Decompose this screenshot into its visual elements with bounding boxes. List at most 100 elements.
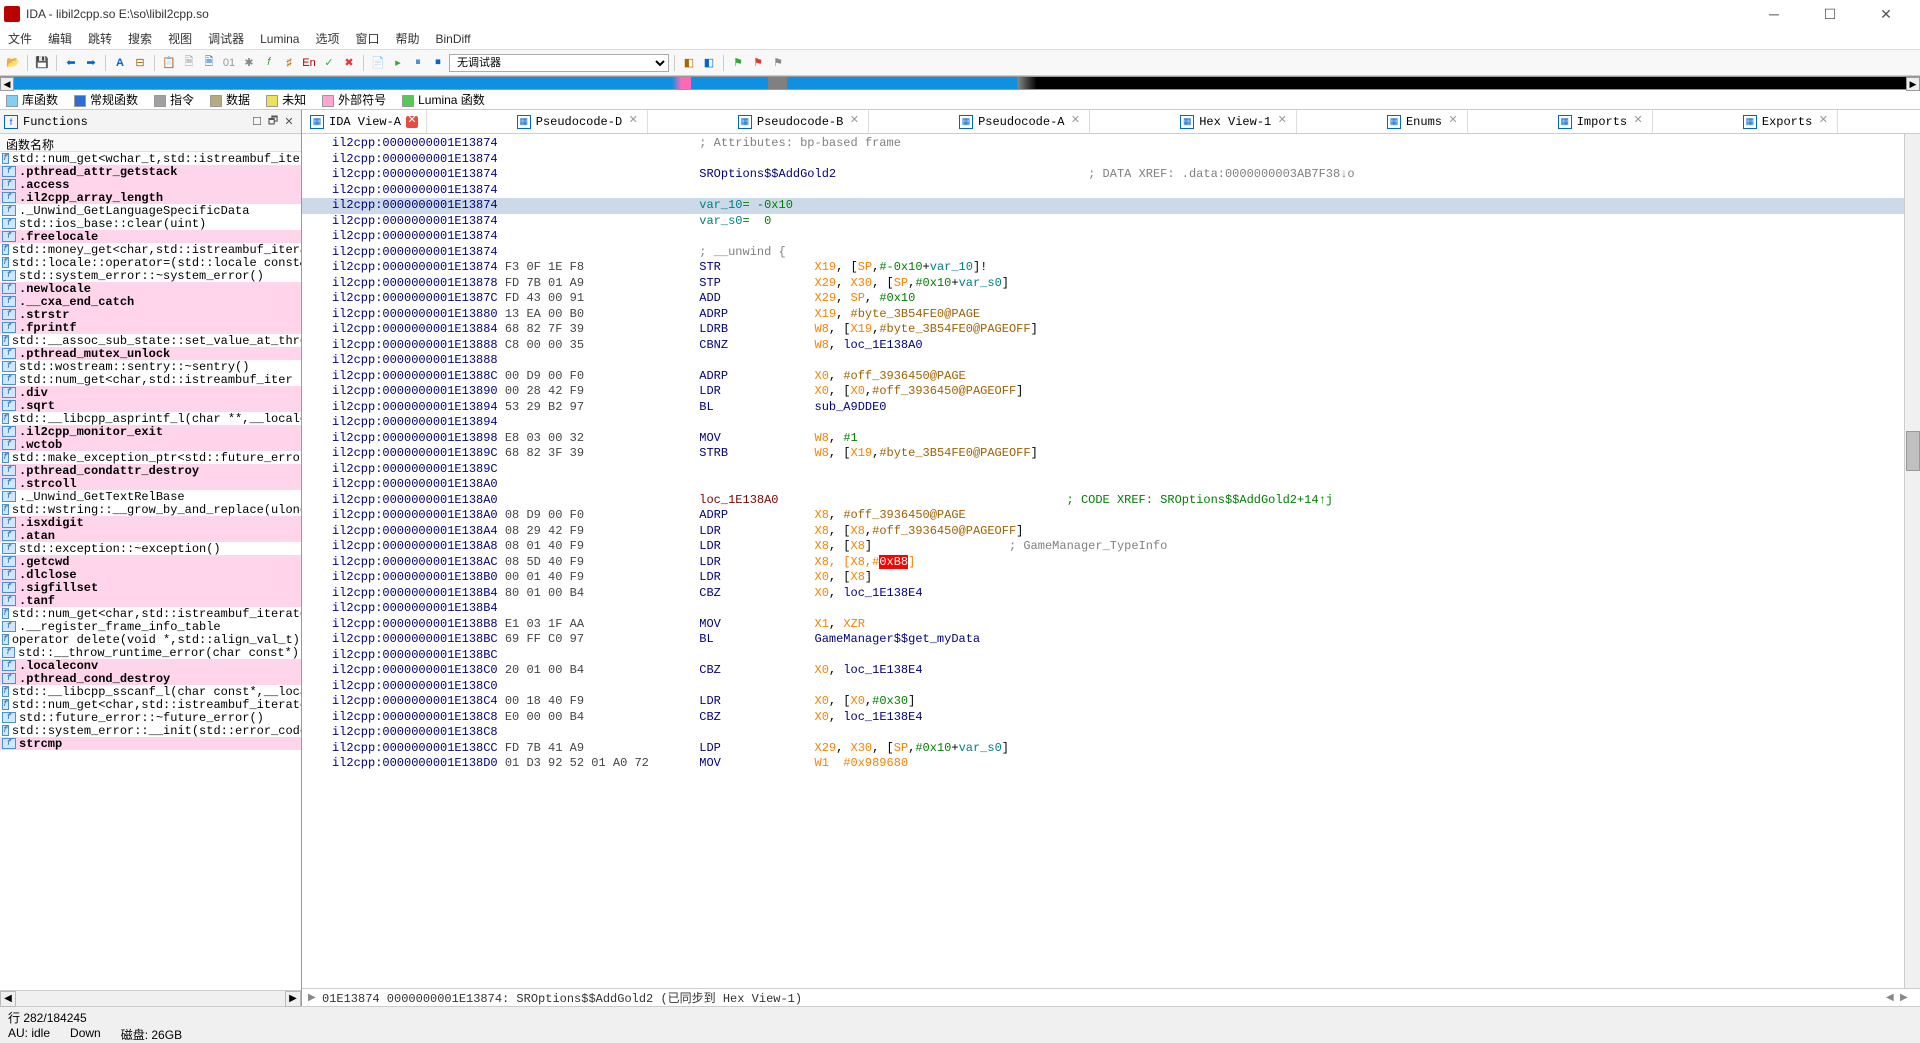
v-scrollbar[interactable]: [1904, 134, 1920, 988]
tab-Hex-View-1[interactable]: ▦Hex View-1✕: [1172, 110, 1297, 133]
function-row[interactable]: f.newlocale: [0, 282, 301, 295]
panel-undock-icon[interactable]: ☐: [249, 115, 265, 128]
asm-line[interactable]: il2cpp:0000000001E138C8: [302, 725, 1920, 741]
function-row[interactable]: f.strstr: [0, 308, 301, 321]
function-row[interactable]: fstd::__assoc_sub_state::set_value_at_th…: [0, 334, 301, 347]
function-row[interactable]: f.access: [0, 178, 301, 191]
nav-strip[interactable]: ◀ ▶: [0, 76, 1920, 90]
asm-line[interactable]: il2cpp:0000000001E13880 13 EA 00 B0 ADRP…: [302, 307, 1920, 323]
function-row[interactable]: f._Unwind_GetTextRelBase: [0, 490, 301, 503]
tab-close-icon[interactable]: ✕: [406, 116, 418, 128]
tab-Pseudocode-D[interactable]: ▦Pseudocode-D✕: [509, 110, 648, 133]
asm-line[interactable]: il2cpp:0000000001E138A0: [302, 477, 1920, 493]
nav-left-icon[interactable]: ◀: [0, 77, 14, 91]
function-row[interactable]: fstd::num_get<char,std::istreambuf_itera…: [0, 698, 301, 711]
function-row[interactable]: fstd::__libcpp_asprintf_l(char **,__loca…: [0, 412, 301, 425]
asm-line[interactable]: il2cpp:0000000001E138B4 80 01 00 B4 CBZ …: [302, 586, 1920, 602]
tb-bin[interactable]: 01: [220, 54, 238, 72]
function-row[interactable]: fstd::__throw_runtime_error(char const*): [0, 646, 301, 659]
asm-line[interactable]: il2cpp:0000000001E138CC FD 7B 41 A9 LDP …: [302, 741, 1920, 757]
menu-BinDiff[interactable]: BinDiff: [436, 32, 471, 46]
asm-line[interactable]: il2cpp:0000000001E13874: [302, 152, 1920, 168]
function-row[interactable]: f.il2cpp_array_length: [0, 191, 301, 204]
function-row[interactable]: f.atan: [0, 529, 301, 542]
tab-Imports[interactable]: ▦Imports✕: [1550, 110, 1653, 133]
asm-line[interactable]: il2cpp:0000000001E1387C FD 43 00 91 ADD …: [302, 291, 1920, 307]
tb-p1[interactable]: ⚑: [729, 54, 747, 72]
asm-line[interactable]: il2cpp:0000000001E138A0 loc_1E138A0 ; CO…: [302, 493, 1920, 509]
function-row[interactable]: foperator delete(void *,std::align_val_t…: [0, 633, 301, 646]
minimize-button[interactable]: ─: [1754, 6, 1794, 23]
nav-right-icon[interactable]: ▶: [1906, 77, 1920, 91]
tab-Pseudocode-A[interactable]: ▦Pseudocode-A✕: [951, 110, 1090, 133]
asm-line[interactable]: il2cpp:0000000001E13890 00 28 42 F9 LDR …: [302, 384, 1920, 400]
tab-IDA-View-A[interactable]: ▦IDA View-A✕: [302, 110, 427, 133]
asm-line[interactable]: il2cpp:0000000001E13874: [302, 229, 1920, 245]
tb-no[interactable]: ✖: [340, 54, 358, 72]
asm-line[interactable]: il2cpp:0000000001E13884 68 82 7F 39 LDRB…: [302, 322, 1920, 338]
function-row[interactable]: f.pthread_mutex_unlock: [0, 347, 301, 360]
tb-dbg3[interactable]: ⏹: [429, 54, 447, 72]
function-row[interactable]: f.pthread_condattr_destroy: [0, 464, 301, 477]
function-row[interactable]: fstd::ios_base::clear(uint): [0, 217, 301, 230]
function-row[interactable]: f.dlclose: [0, 568, 301, 581]
tab-close-icon[interactable]: ✕: [848, 116, 860, 128]
menu-文件[interactable]: 文件: [8, 30, 32, 47]
tb-p3[interactable]: ⚑: [769, 54, 787, 72]
tb-code[interactable]: 📄: [369, 54, 387, 72]
function-row[interactable]: fstd::system_error::~system_error(): [0, 269, 301, 282]
tb-dbg1[interactable]: ▸: [389, 54, 407, 72]
tb-p2[interactable]: ⚑: [749, 54, 767, 72]
function-row[interactable]: f.fprintf: [0, 321, 301, 334]
tab-close-icon[interactable]: ✕: [1632, 116, 1644, 128]
function-list[interactable]: fstd::num_get<wchar_t,std::istreambuf_it…: [0, 152, 301, 990]
maximize-button[interactable]: ☐: [1810, 6, 1850, 23]
asm-line[interactable]: il2cpp:0000000001E138D0 01 D3 92 52 01 A…: [302, 756, 1920, 772]
disassembly-view[interactable]: il2cpp:0000000001E13874 ; Attributes: bp…: [302, 134, 1920, 988]
tab-close-icon[interactable]: ✕: [1069, 116, 1081, 128]
tab-Pseudocode-B[interactable]: ▦Pseudocode-B✕: [730, 110, 869, 133]
asm-line[interactable]: il2cpp:0000000001E138B8 E1 03 1F AA MOV …: [302, 617, 1920, 633]
function-row[interactable]: f strcmp: [0, 737, 301, 750]
debugger-select[interactable]: 无调试器: [449, 54, 669, 72]
asm-line[interactable]: il2cpp:0000000001E13874 var_10= -0x10: [302, 198, 1920, 214]
menu-调试器[interactable]: 调试器: [208, 30, 244, 47]
tb-txt[interactable]: 🗎: [180, 54, 198, 72]
function-row[interactable]: f.pthread_cond_destroy: [0, 672, 301, 685]
tab-close-icon[interactable]: ✕: [1817, 116, 1829, 128]
menu-选项[interactable]: 选项: [315, 30, 339, 47]
asm-line[interactable]: il2cpp:0000000001E138B0 00 01 40 F9 LDR …: [302, 570, 1920, 586]
asm-line[interactable]: il2cpp:0000000001E138BC: [302, 648, 1920, 664]
h-scrollbar[interactable]: ◀ ▶: [0, 990, 301, 1006]
asm-line[interactable]: il2cpp:0000000001E1389C: [302, 462, 1920, 478]
panel-max-icon[interactable]: 🗗: [265, 112, 281, 131]
tb-en[interactable]: En: [300, 54, 318, 72]
close-button[interactable]: ✕: [1866, 6, 1906, 23]
asm-line[interactable]: il2cpp:0000000001E138C0 20 01 00 B4 CBZ …: [302, 663, 1920, 679]
menu-搜索[interactable]: 搜索: [128, 30, 152, 47]
function-row[interactable]: fstd::system_error::__init(std::error_co…: [0, 724, 301, 737]
asm-line[interactable]: il2cpp:0000000001E138C8 E0 00 00 B4 CBZ …: [302, 710, 1920, 726]
function-row[interactable]: f.getcwd: [0, 555, 301, 568]
function-row[interactable]: fstd::__libcpp_sscanf_l(char const*,__lo…: [0, 685, 301, 698]
function-row[interactable]: fstd::make_exception_ptr<std::future_err…: [0, 451, 301, 464]
function-row[interactable]: f.freelocale: [0, 230, 301, 243]
function-row[interactable]: f.div: [0, 386, 301, 399]
asm-line[interactable]: il2cpp:0000000001E138C0: [302, 679, 1920, 695]
asm-line[interactable]: il2cpp:0000000001E1389C 68 82 3F 39 STRB…: [302, 446, 1920, 462]
tab-close-icon[interactable]: ✕: [627, 116, 639, 128]
function-row[interactable]: fstd::num_get<wchar_t,std::istreambuf_it…: [0, 152, 301, 165]
asm-line[interactable]: il2cpp:0000000001E13878 FD 7B 01 A9 STP …: [302, 276, 1920, 292]
function-row[interactable]: fstd::wostream::sentry::~sentry(): [0, 360, 301, 373]
tb-dbg2[interactable]: ⏸: [409, 54, 427, 72]
function-row[interactable]: fstd::num_get<char,std::istreambuf_iter: [0, 373, 301, 386]
open-icon[interactable]: 📂: [4, 54, 22, 72]
menu-编辑[interactable]: 编辑: [48, 30, 72, 47]
function-row[interactable]: fstd::num_get<char,std::istreambuf_itera…: [0, 607, 301, 620]
tb-s[interactable]: ⊟: [131, 54, 149, 72]
asm-line[interactable]: il2cpp:0000000001E13874 ; __unwind {: [302, 245, 1920, 261]
asm-line[interactable]: il2cpp:0000000001E13888: [302, 353, 1920, 369]
function-row[interactable]: fstd::locale::operator=(std::locale cons…: [0, 256, 301, 269]
asm-line[interactable]: il2cpp:0000000001E138C4 00 18 40 F9 LDR …: [302, 694, 1920, 710]
tb-x[interactable]: ✓: [320, 54, 338, 72]
